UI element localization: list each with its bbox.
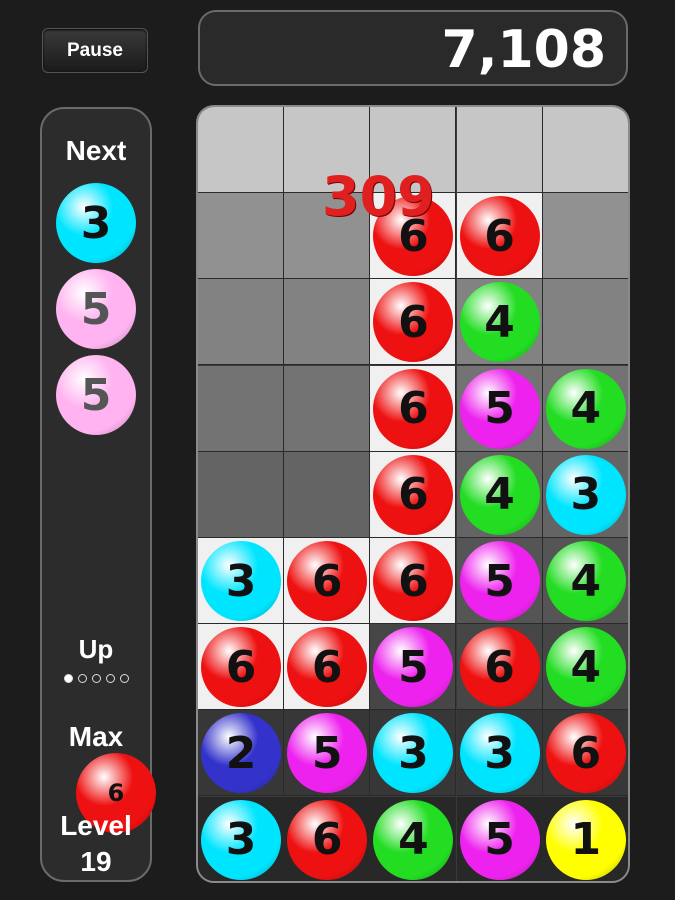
board-cell[interactable] [284, 451, 371, 538]
ball-value: 5 [398, 641, 429, 693]
number-ball[interactable]: 4 [545, 541, 626, 621]
ball-value: 4 [484, 469, 515, 521]
ball-value: 1 [570, 814, 602, 866]
number-ball[interactable]: 5 [459, 541, 540, 621]
number-ball[interactable]: 4 [459, 282, 540, 363]
side-panel: Next 3 5 5 Up Max 6 Level 19 [40, 107, 156, 882]
ball-value: 4 [398, 814, 429, 866]
number-ball[interactable]: 1 [545, 799, 626, 880]
ball-value: 3 [225, 814, 257, 866]
board-cell[interactable] [456, 107, 543, 193]
ball-value: 6 [398, 383, 429, 435]
number-ball[interactable]: 6 [287, 541, 368, 621]
up-progress-dot [105, 674, 115, 683]
ball-value: 6 [484, 210, 515, 262]
ball-value: 6 [311, 641, 343, 693]
up-progress-dots [58, 674, 134, 683]
number-ball[interactable]: 6 [201, 627, 281, 708]
ball-value: 6 [484, 641, 515, 693]
number-ball[interactable]: 5 [459, 368, 540, 449]
up-label: Up [78, 634, 114, 664]
ball-value: 6 [225, 641, 257, 693]
up-progress-dot [63, 674, 73, 683]
ball-value: 6 [398, 469, 429, 521]
ball-value: 6 [398, 296, 429, 348]
ball-value: 5 [484, 555, 515, 607]
ball-value: 5 [311, 727, 343, 779]
points-popup: 309 [322, 165, 435, 228]
next-ball-value: 5 [80, 369, 112, 421]
ball-value: 3 [570, 469, 602, 521]
board-cell[interactable] [198, 451, 284, 538]
number-ball[interactable]: 4 [459, 454, 540, 535]
up-progress-dot [119, 674, 129, 683]
ball-value: 4 [570, 641, 602, 693]
number-ball[interactable]: 6 [373, 454, 454, 535]
ball-value: 3 [225, 555, 257, 607]
next-ball-value: 5 [80, 283, 112, 335]
up-progress-dot [77, 674, 87, 683]
number-ball[interactable]: 6 [373, 541, 454, 621]
ball-value: 6 [311, 814, 343, 866]
number-ball[interactable]: 2 [201, 713, 281, 794]
number-ball[interactable]: 6 [545, 713, 626, 794]
ball-value: 5 [484, 383, 515, 435]
number-ball[interactable]: 3 [201, 541, 281, 621]
number-ball[interactable]: 4 [545, 627, 626, 708]
ball-value: 3 [484, 727, 515, 779]
number-ball[interactable]: 4 [545, 368, 626, 449]
next-ball: 3 [56, 183, 136, 263]
board-cell[interactable] [198, 365, 284, 452]
next-ball: 5 [56, 269, 136, 349]
next-label: Next [65, 135, 127, 166]
number-ball[interactable]: 5 [459, 799, 540, 880]
next-ball: 5 [56, 355, 136, 435]
max-value: 6 [107, 779, 125, 807]
level-value: 19 [80, 846, 112, 877]
number-ball[interactable]: 3 [459, 713, 540, 794]
ball-value: 3 [398, 727, 429, 779]
number-ball[interactable]: 6 [459, 196, 540, 277]
up-progress-dot [91, 674, 101, 683]
number-ball[interactable]: 3 [545, 454, 626, 535]
next-ball-value: 3 [80, 197, 112, 249]
pause-button[interactable]: Pause [42, 28, 148, 73]
board-cell[interactable] [198, 193, 284, 280]
board-cell[interactable] [542, 107, 628, 193]
board-cell[interactable] [542, 193, 628, 280]
number-ball[interactable]: 3 [201, 799, 281, 880]
board-cell[interactable] [542, 279, 628, 366]
number-ball[interactable]: 6 [287, 627, 368, 708]
board-cell[interactable] [198, 279, 284, 366]
board-cell[interactable] [284, 365, 371, 452]
ball-value: 4 [484, 296, 515, 348]
level-label: Level [60, 810, 132, 841]
ball-value: 6 [398, 555, 429, 607]
score-display: 7,108 [198, 10, 628, 86]
ball-value: 6 [311, 555, 343, 607]
max-label: Max [68, 721, 124, 752]
number-ball[interactable]: 4 [373, 799, 454, 880]
board-cell[interactable] [198, 107, 284, 193]
ball-value: 4 [570, 383, 602, 435]
number-ball[interactable]: 6 [373, 368, 454, 449]
ball-value: 5 [484, 814, 515, 866]
score-value: 7,108 [441, 20, 606, 80]
ball-value: 2 [225, 727, 257, 779]
number-ball[interactable]: 6 [459, 627, 540, 708]
board-cell[interactable] [284, 279, 371, 366]
ball-value: 4 [570, 555, 602, 607]
number-ball[interactable]: 6 [287, 799, 368, 880]
ball-value: 6 [570, 727, 602, 779]
